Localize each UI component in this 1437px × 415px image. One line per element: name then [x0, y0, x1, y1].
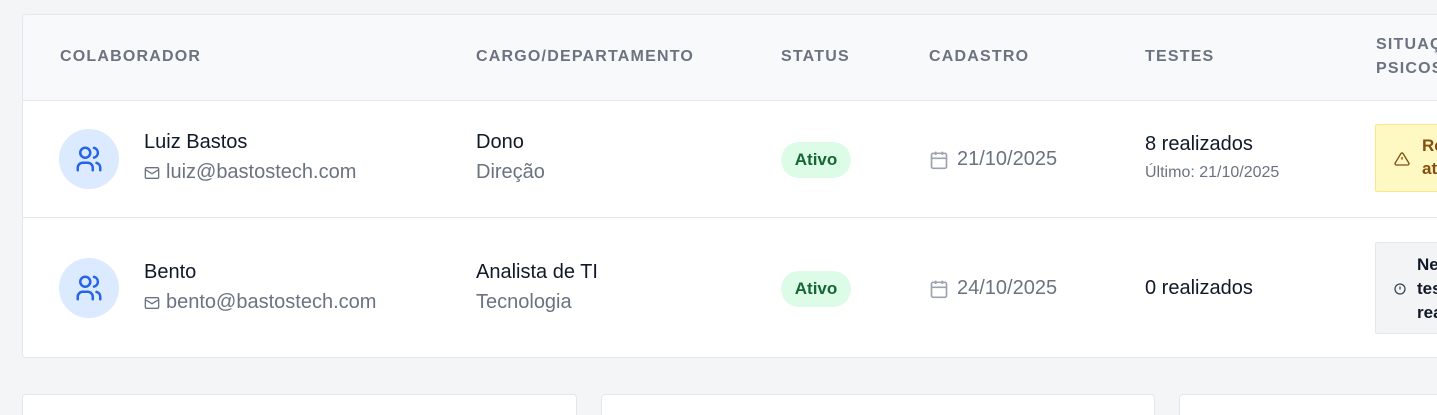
cadastro-date: 24/10/2025 [929, 277, 1057, 300]
date-text: 21/10/2025 [957, 148, 1058, 170]
table-row[interactable]: Bento bento@bastostech.com Analista de T… [23, 218, 1437, 357]
calendar-icon [930, 280, 948, 298]
header-status[interactable]: STATUS [781, 48, 850, 66]
header-cargo[interactable]: CARGO/DEPARTAMENTO [476, 48, 694, 66]
departamento: Tecnologia [476, 291, 572, 313]
header-colaborador[interactable]: COLABORADOR [60, 48, 201, 66]
tests-count: 0 realizados [1145, 277, 1253, 299]
table-row[interactable]: Luiz Bastos luiz@bastostech.com Dono Dir… [23, 101, 1437, 218]
summary-card [1179, 394, 1437, 415]
employee-email: bento@bastostech.com [144, 291, 376, 314]
email-text: bento@bastostech.com [166, 291, 377, 313]
header-situacao-line2[interactable]: PSICOS [1376, 60, 1437, 78]
employees-table: COLABORADOR CARGO/DEPARTAMENTO STATUS CA… [22, 14, 1437, 358]
calendar-icon [930, 151, 948, 169]
status-badge: Ativo [781, 142, 851, 178]
situacao-line: at [1422, 159, 1437, 178]
users-icon [76, 146, 102, 172]
situacao-badge-neutral: Ne tes rea [1375, 242, 1437, 334]
situacao-line: Re [1422, 136, 1437, 155]
info-circle-icon [1394, 283, 1406, 295]
departamento: Direção [476, 161, 545, 183]
employee-name: Bento [144, 261, 197, 283]
table-header: COLABORADOR CARGO/DEPARTAMENTO STATUS CA… [23, 15, 1437, 101]
summary-card [601, 394, 1155, 415]
situacao-line: rea [1417, 303, 1437, 322]
cargo: Analista de TI [476, 261, 598, 283]
avatar [59, 129, 119, 189]
header-testes[interactable]: TESTES [1145, 48, 1214, 66]
header-situacao-line1[interactable]: SITUAÇ [1376, 36, 1437, 54]
header-cadastro[interactable]: CADASTRO [929, 48, 1029, 66]
mail-icon [144, 166, 160, 179]
employee-email: luiz@bastostech.com [144, 161, 356, 184]
avatar [59, 258, 119, 318]
date-text: 24/10/2025 [957, 277, 1058, 299]
summary-card [22, 394, 577, 415]
situacao-line: Ne [1417, 255, 1437, 274]
status-badge: Ativo [781, 271, 851, 307]
cargo: Dono [476, 131, 524, 153]
last-test-date: Último: 21/10/2025 [1145, 164, 1280, 181]
mail-icon [144, 296, 160, 309]
email-text: luiz@bastostech.com [166, 161, 357, 183]
tests-count: 8 realizados [1145, 133, 1253, 155]
users-icon [76, 275, 102, 301]
employee-name: Luiz Bastos [144, 131, 248, 153]
situacao-badge-warning: Re at [1375, 124, 1437, 192]
situacao-line: tes [1417, 279, 1437, 298]
cadastro-date: 21/10/2025 [929, 148, 1057, 171]
warning-icon [1394, 152, 1410, 166]
